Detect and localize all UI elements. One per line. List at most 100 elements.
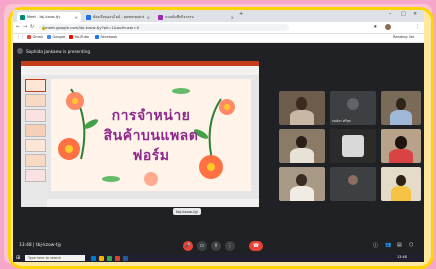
powerpoint-icon[interactable]	[115, 255, 120, 261]
participant-body	[391, 186, 411, 201]
participant-image	[342, 135, 364, 157]
participant-tile[interactable]	[279, 167, 325, 201]
gmail-icon	[27, 35, 31, 39]
participant-tile[interactable]	[279, 129, 325, 163]
slide-title-line: สินค้าบนแพลต	[103, 128, 199, 144]
bookmark-label: YouTube	[74, 35, 90, 39]
slide-thumbnail[interactable]	[25, 79, 46, 92]
maximize-icon[interactable]: □	[401, 11, 406, 17]
meeting-time: 13:48 | tbj-kzow-tjy	[19, 243, 62, 248]
file-explorer-icon[interactable]	[99, 255, 104, 261]
youtube-icon	[69, 35, 73, 39]
chat-icon[interactable]: ▤	[397, 242, 402, 248]
slide-thumbnails	[21, 75, 47, 207]
close-icon[interactable]: ×	[145, 15, 150, 20]
participant-name: กนต์ธร ศรีสุข	[332, 119, 351, 123]
close-icon[interactable]: ×	[229, 15, 234, 20]
participant-head	[296, 97, 307, 110]
participant-body	[389, 149, 413, 163]
end-call-button[interactable]: ☎	[249, 241, 263, 251]
bookmark-label: Gmail	[32, 35, 44, 39]
meeting-code: tbj-kzow-tjy	[35, 243, 62, 248]
people-icon[interactable]: 👥	[385, 242, 391, 248]
minimize-icon[interactable]: –	[389, 11, 392, 17]
participant-avatar	[348, 175, 358, 185]
screen: Meet - tbj-kzow-tjy × ห้องเรียนออนไลน์ -…	[13, 10, 424, 262]
google-icon	[47, 35, 51, 39]
slide-thumbnail[interactable]	[25, 169, 46, 182]
camera-icon[interactable]: ▭	[197, 241, 207, 251]
shared-screen: การจำหน่าย สินค้าบนแพลต ฟอร์ม	[21, 61, 259, 207]
time-text: 13:48	[19, 243, 32, 248]
tab-label: แบบบันทึกกิจกรรม	[165, 15, 194, 19]
address-bar[interactable]: 🔒 meet.google.com/tbj-kzow-tjy?pli=1&aut…	[39, 24, 289, 31]
participant-body	[290, 148, 314, 163]
reading-list-label: Reading list	[393, 35, 415, 39]
bookmark-label: Google	[52, 35, 66, 39]
ppt-ribbon	[21, 61, 259, 76]
participant-head	[296, 174, 307, 186]
activities-icon[interactable]: ⬡	[409, 242, 413, 248]
taskbar-search[interactable]: Type here to search	[25, 255, 85, 261]
close-window-icon[interactable]: ×	[413, 11, 417, 17]
slide-thumbnail[interactable]	[25, 154, 46, 167]
meet-window: Sophida Jankaew is presenting การจำหน่าย…	[13, 43, 424, 254]
ppt-titlebar	[21, 61, 259, 66]
presenter-label: Sophida Jankaew is presenting	[26, 48, 91, 54]
tab-activity[interactable]: แบบบันทึกกิจกรรม ×	[155, 12, 237, 22]
participant-tile[interactable]	[330, 167, 376, 201]
reload-icon[interactable]: ↻	[30, 24, 34, 30]
close-icon[interactable]: ×	[73, 15, 78, 20]
meet-icon	[20, 14, 25, 20]
forward-icon[interactable]: →	[23, 24, 27, 30]
participant-body	[290, 110, 314, 125]
new-tab-icon[interactable]: +	[239, 11, 243, 17]
bookmark-facebook[interactable]: Facebook	[95, 35, 117, 39]
slide-thumbnail[interactable]	[25, 94, 46, 107]
bookmark-youtube[interactable]: YouTube	[69, 35, 89, 39]
mic-off-icon[interactable]: 🎤	[183, 241, 193, 251]
bookmark-gmail[interactable]: Gmail	[27, 35, 43, 39]
extensions-icon[interactable]: ★	[373, 24, 377, 30]
back-icon[interactable]: ←	[16, 24, 20, 30]
word-icon[interactable]	[123, 255, 128, 261]
bookmark-label: Facebook	[100, 35, 118, 39]
participant-body	[390, 110, 412, 125]
more-options-icon[interactable]: ⋮	[225, 241, 235, 251]
windows-start-icon[interactable]: ⊞	[16, 255, 22, 261]
participant-tile[interactable]	[381, 91, 421, 125]
participant-tile[interactable]: กนต์ธร ศรีสุข	[330, 91, 376, 125]
info-icon[interactable]: ⓘ	[373, 242, 378, 249]
meet-controls: 13:48 | tbj-kzow-tjy 🎤 ▭ ⇪ ⋮ ☎ ⓘ 👥 ▤ ⬡	[13, 238, 424, 254]
profile-avatar[interactable]	[385, 24, 391, 30]
taskbar-clock: 13:48	[397, 255, 407, 259]
slide-thumbnail[interactable]	[25, 139, 46, 152]
bookmark-google[interactable]: Google	[47, 35, 65, 39]
tab-label: Meet - tbj-kzow-tjy	[27, 15, 61, 19]
participant-head	[396, 98, 406, 110]
task-view-icon[interactable]	[91, 255, 96, 261]
participant-tile[interactable]	[279, 91, 325, 125]
participant-tile[interactable]	[381, 167, 421, 201]
slide-thumbnail[interactable]	[25, 109, 46, 122]
apps-icon[interactable]: ⋮⋮	[17, 35, 24, 39]
participant-tile[interactable]	[381, 129, 421, 163]
meeting-caption: tbj-kzow-tjy	[173, 208, 202, 215]
search-placeholder: Type here to search	[28, 256, 62, 260]
reading-list[interactable]: Reading list	[393, 35, 414, 39]
present-icon[interactable]: ⇪	[211, 241, 221, 251]
slide-title-line: การจำหน่าย	[111, 108, 191, 124]
chrome-icon[interactable]	[107, 255, 112, 261]
site-icon	[86, 14, 91, 20]
presenter-bar: Sophida Jankaew is presenting	[17, 47, 90, 55]
tab-meet[interactable]: Meet - tbj-kzow-tjy ×	[17, 12, 81, 22]
tab-powerpoint[interactable]: ห้องเรียนออนไลน์ - powerpoint ×	[83, 12, 153, 22]
menu-icon[interactable]: ⋮	[415, 24, 420, 30]
slide: การจำหน่าย สินค้าบนแพลต ฟอร์ม	[51, 79, 251, 191]
participant-tile[interactable]	[330, 129, 376, 163]
slide-thumbnail[interactable]	[25, 124, 46, 137]
facebook-icon	[95, 35, 99, 39]
bookmarks-bar: ⋮⋮ Gmail Google YouTube Facebook Reading…	[13, 34, 424, 43]
windows-taskbar: ⊞ Type here to search 13:48	[13, 254, 424, 262]
site-icon	[158, 14, 163, 20]
